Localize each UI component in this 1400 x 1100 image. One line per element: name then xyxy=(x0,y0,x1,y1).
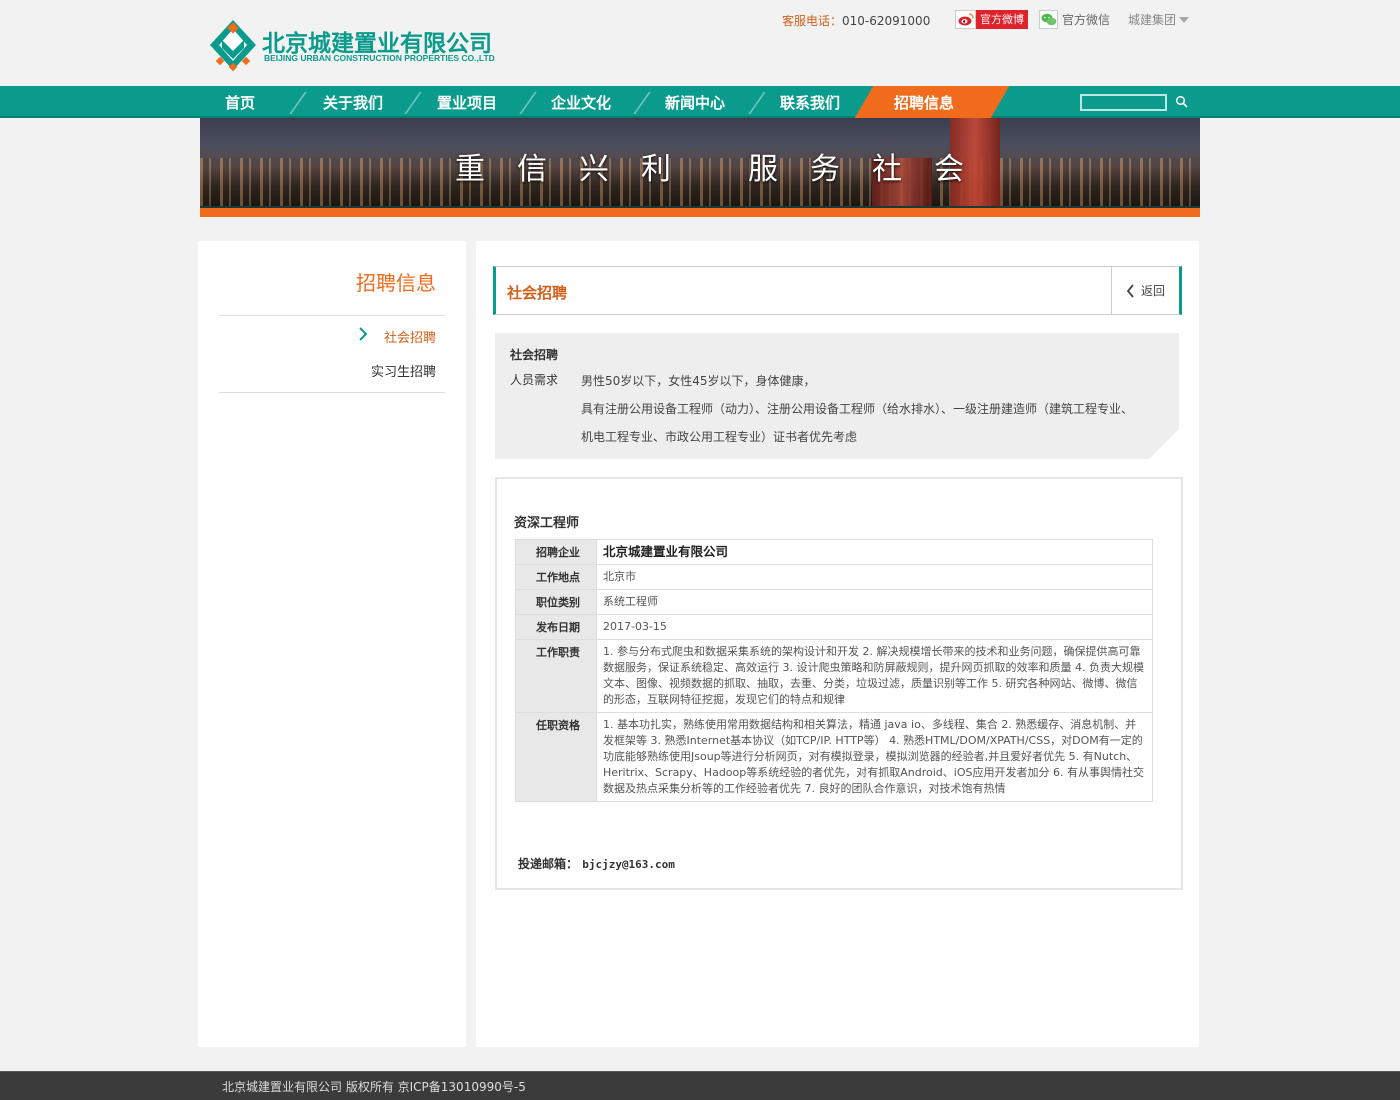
table-row: 职位类别 系统工程师 xyxy=(515,589,1153,615)
logo-name-en: BEIJING URBAN CONSTRUCTION PROPERTIES CO… xyxy=(264,53,495,63)
nav-separator xyxy=(748,92,766,114)
row-key: 职位类别 xyxy=(515,589,597,615)
sidebar-item-intern-recruitment[interactable]: 实习生招聘 xyxy=(371,361,436,380)
search-icon[interactable] xyxy=(1175,95,1189,109)
divider xyxy=(219,315,445,316)
row-value: 北京城建置业有限公司 xyxy=(596,539,1153,565)
company-logo[interactable]: 北京城建置业有限公司 BEIJING URBAN CONSTRUCTION PR… xyxy=(208,18,518,74)
row-key: 工作地点 xyxy=(515,564,597,590)
wechat-icon xyxy=(1039,10,1058,29)
nav-contact[interactable]: 联系我们 xyxy=(780,86,840,118)
search-input[interactable] xyxy=(1080,94,1167,111)
job-card: 资深工程师 招聘企业 北京城建置业有限公司 工作地点 北京市 职位类别 系统工程… xyxy=(495,477,1183,890)
chevron-left-icon xyxy=(1126,283,1134,298)
row-key: 工作职责 xyxy=(515,639,597,713)
email-address[interactable]: bjcjzy@163.com xyxy=(582,858,675,871)
table-row: 工作地点 北京市 xyxy=(515,564,1153,590)
group-label: 城建集团 xyxy=(1128,13,1177,27)
row-key: 发布日期 xyxy=(515,614,597,640)
apply-email: 投递邮箱： bjcjzy@163.com xyxy=(518,855,675,872)
row-value: 1. 基本功扎实，熟练使用常用数据结构和相关算法，精通 java io、多线程、… xyxy=(596,712,1153,802)
nav-projects[interactable]: 置业项目 xyxy=(437,86,497,118)
row-value: 2017-03-15 xyxy=(596,614,1153,640)
requirements-line: 男性50岁以下，女性45岁以下，身体健康， xyxy=(581,374,816,388)
wechat-label: 官方微信 xyxy=(1062,13,1111,27)
divider xyxy=(219,392,445,393)
row-value: 1. 参与分布式爬虫和数据采集系统的架构设计和开发 2. 解决规模增长带来的技术… xyxy=(596,639,1153,713)
hotline-number: 010-62091000 xyxy=(842,14,931,28)
hotline-label: 客服电话： xyxy=(782,14,843,28)
row-value: 系统工程师 xyxy=(596,589,1153,615)
chevron-right-icon xyxy=(359,327,368,341)
table-row: 任职资格 1. 基本功扎实，熟练使用常用数据结构和相关算法，精通 java io… xyxy=(515,712,1153,802)
sidebar: 招聘信息 社会招聘 实习生招聘 xyxy=(198,241,466,1047)
nav-about[interactable]: 关于我们 xyxy=(323,86,383,118)
hotline: 客服电话：010-62091000 xyxy=(782,12,930,29)
sidebar-item-social-recruitment[interactable]: 社会招聘 xyxy=(384,327,436,346)
back-button[interactable]: 返回 xyxy=(1111,267,1179,314)
banner-accent-bar xyxy=(200,206,1200,217)
nav-separator xyxy=(519,92,537,114)
job-details-table: 招聘企业 北京城建置业有限公司 工作地点 北京市 职位类别 系统工程师 发布日期… xyxy=(515,539,1153,802)
nav-culture[interactable]: 企业文化 xyxy=(551,86,611,118)
weibo-link[interactable]: 官方微博 xyxy=(955,10,1028,29)
back-label: 返回 xyxy=(1140,284,1165,298)
job-title: 资深工程师 xyxy=(514,516,580,531)
wechat-link[interactable]: 官方微信 xyxy=(1039,10,1110,29)
footer: 北京城建置业有限公司 版权所有 京ICP备13010990号-5 xyxy=(0,1071,1400,1100)
row-value: 北京市 xyxy=(596,564,1153,590)
chevron-down-icon xyxy=(1179,16,1190,23)
table-row: 发布日期 2017-03-15 xyxy=(515,614,1153,640)
main-content: 社会招聘 返回 社会招聘 人员需求 男性50岁以下，女性45岁以下，身体健康， … xyxy=(476,241,1199,1047)
table-row: 工作职责 1. 参与分布式爬虫和数据采集系统的架构设计和开发 2. 解决规模增长… xyxy=(515,639,1153,713)
nav-separator xyxy=(633,92,651,114)
weibo-icon xyxy=(955,10,976,29)
banner-slogan-right: 服务社会 xyxy=(748,152,996,187)
group-dropdown[interactable]: 城建集团 xyxy=(1128,11,1190,28)
nav-separator xyxy=(404,92,422,114)
table-row: 招聘企业 北京城建置业有限公司 xyxy=(515,539,1153,565)
requirements-line: 机电工程专业、市政公用工程专业）证书者优先考虑 xyxy=(581,430,858,444)
row-key: 招聘企业 xyxy=(515,539,597,565)
corner-fold xyxy=(1149,429,1179,459)
requirements-line: 具有注册公用设备工程师（动力）、注册公用设备工程师（给水排水）、一级注册建造师（… xyxy=(581,402,1134,416)
main-nav: 首页 关于我们 置业项目 企业文化 新闻中心 联系我们 招聘信息 xyxy=(0,86,1400,118)
section-title: 社会招聘 xyxy=(507,284,568,302)
banner-slogan-left: 重信兴利 xyxy=(455,152,703,187)
logo-mark-icon xyxy=(210,20,256,72)
nav-news[interactable]: 新闻中心 xyxy=(665,86,725,118)
header: 北京城建置业有限公司 BEIJING URBAN CONSTRUCTION PR… xyxy=(0,0,1400,86)
section-header: 社会招聘 返回 xyxy=(493,266,1182,315)
weibo-label: 官方微博 xyxy=(976,10,1028,29)
email-label: 投递邮箱： xyxy=(518,857,579,871)
row-key: 任职资格 xyxy=(515,712,597,802)
nav-home[interactable]: 首页 xyxy=(225,86,255,118)
sidebar-title: 招聘信息 xyxy=(356,271,436,295)
requirements-heading: 社会招聘 xyxy=(510,348,559,362)
requirements-label: 人员需求 xyxy=(510,373,559,387)
requirements-box: 社会招聘 人员需求 男性50岁以下，女性45岁以下，身体健康， 具有注册公用设备… xyxy=(495,333,1179,459)
nav-separator xyxy=(289,92,307,114)
footer-copyright: 北京城建置业有限公司 版权所有 京ICP备13010990号-5 xyxy=(222,1080,526,1094)
nav-recruitment[interactable]: 招聘信息 xyxy=(894,86,954,118)
